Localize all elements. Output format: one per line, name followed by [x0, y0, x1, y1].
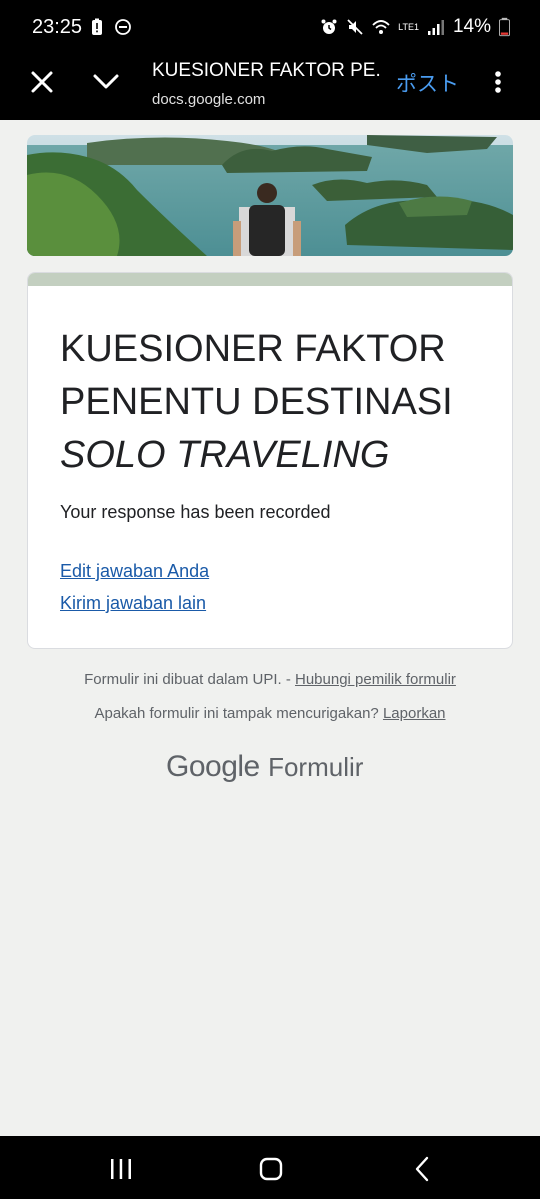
battery-percent: 14%	[452, 16, 491, 37]
report-link[interactable]: Laporkan	[383, 705, 446, 722]
footer-created-line: Formulir ini dibuat dalam UPI. - Hubungi…	[0, 671, 540, 688]
edit-response-link[interactable]: Edit jawaban Anda	[60, 561, 209, 582]
battery-alert-icon	[92, 18, 102, 35]
footer-created-text: Formulir ini dibuat dalam UPI. -	[84, 671, 295, 688]
system-nav-bar	[0, 1136, 540, 1199]
browser-toolbar: KUESIONER FAKTOR PE... docs.google.com ポ…	[0, 56, 540, 120]
response-card: KUESIONER FAKTOR PENENTU DESTINASI SOLO …	[27, 272, 513, 649]
post-button[interactable]: ポスト	[396, 68, 459, 98]
signal-icon	[427, 20, 444, 35]
banner-illustration	[27, 135, 513, 256]
wifi-icon	[372, 20, 390, 34]
confirmation-message: Your response has been recorded	[60, 502, 331, 522]
form-title-line-3: SOLO TRAVELING	[60, 434, 390, 476]
form-title-line-1: KUESIONER FAKTOR	[60, 328, 446, 370]
form-title-line-2: PENENTU DESTINASI	[60, 381, 453, 423]
card-accent-bar	[28, 273, 512, 286]
footer-report-line: Apakah formulir ini tampak mencurigakan?…	[0, 705, 540, 722]
network-label: LTE1	[398, 21, 419, 32]
footer-suspicious-text: Apakah formulir ini tampak mencurigakan?	[94, 705, 383, 722]
mute-icon	[347, 19, 363, 35]
home-icon[interactable]	[258, 1156, 284, 1182]
page-url: docs.google.com	[152, 91, 266, 108]
alarm-icon	[321, 19, 337, 34]
google-forms-logo[interactable]: Google Formulir	[166, 750, 363, 784]
contact-owner-link[interactable]: Hubungi pemilik formulir	[295, 671, 456, 688]
battery-icon	[499, 17, 510, 37]
logo-google-text: Google	[166, 750, 260, 783]
recent-apps-icon[interactable]	[108, 1156, 134, 1182]
more-options-icon[interactable]	[490, 68, 506, 96]
logo-forms-text: Formulir	[268, 752, 364, 782]
form-title: KUESIONER FAKTOR PENENTU DESTINASI SOLO …	[60, 323, 490, 482]
page-title: KUESIONER FAKTOR PE...	[152, 60, 382, 81]
status-time: 23:25	[32, 16, 83, 38]
status-bar: 23:25 LTE1 14%	[0, 0, 540, 56]
back-icon[interactable]	[410, 1156, 436, 1182]
submit-another-link[interactable]: Kirim jawaban lain	[60, 593, 206, 614]
header-banner-image	[27, 135, 513, 256]
close-icon[interactable]	[28, 68, 56, 96]
do-not-disturb-icon	[115, 19, 131, 35]
chevron-down-icon[interactable]	[92, 68, 120, 96]
